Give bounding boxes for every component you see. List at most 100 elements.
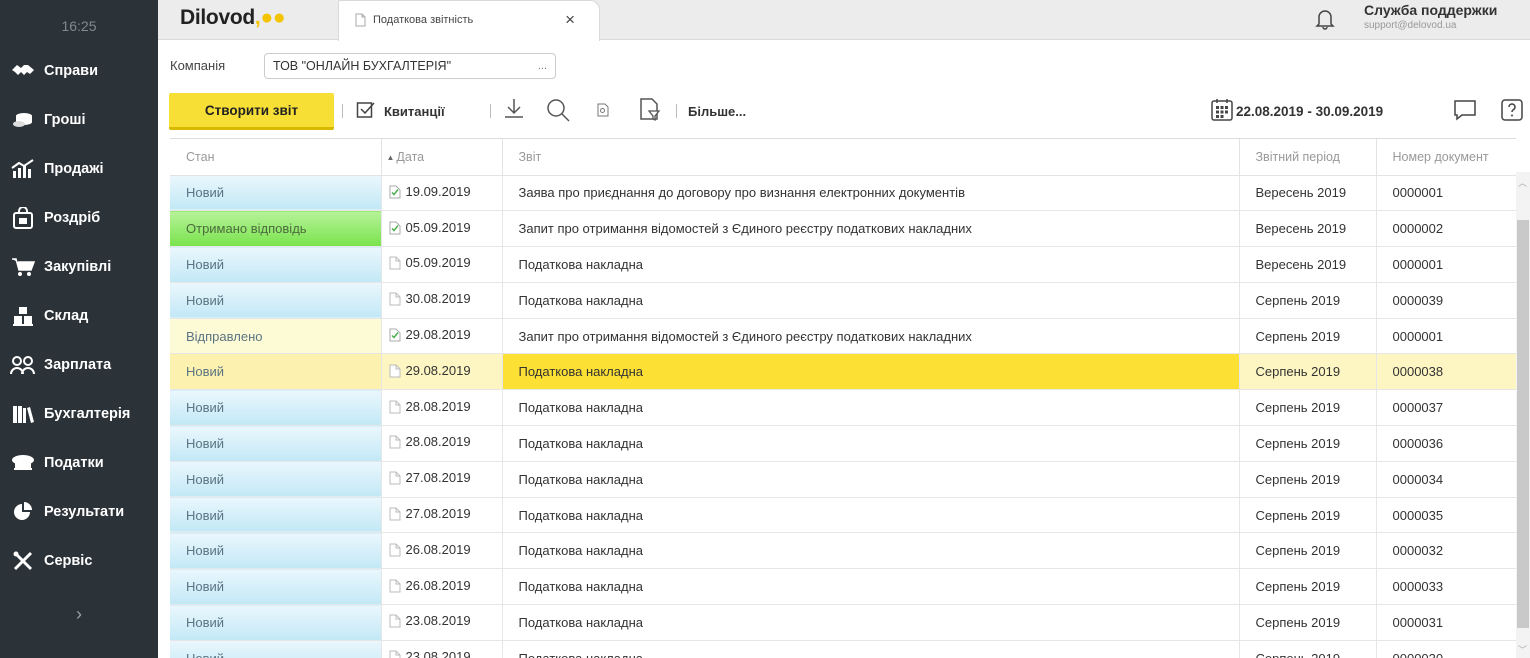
status-cell[interactable]: Відправлено: [170, 318, 382, 355]
expand-sidebar-button[interactable]: ›: [0, 604, 158, 625]
number-cell[interactable]: 0000033: [1376, 568, 1516, 606]
table-scrollbar[interactable]: ︿ ﹀: [1516, 172, 1530, 658]
sidebar-item-9[interactable]: Результати: [0, 487, 158, 536]
date-cell[interactable]: 23.08.2019: [381, 604, 503, 641]
date-cell[interactable]: 27.08.2019: [381, 461, 503, 498]
number-cell[interactable]: 0000001: [1376, 318, 1516, 355]
table-row[interactable]: Новий 29.08.2019 Податкова накладна Серпень…: [170, 353, 1516, 391]
status-cell[interactable]: Отримано відповідь: [170, 210, 382, 248]
period-cell[interactable]: Серпень 2019: [1239, 282, 1377, 319]
scroll-up-icon[interactable]: ︿: [1518, 176, 1527, 189]
date-cell[interactable]: 28.08.2019: [381, 389, 503, 427]
period-cell[interactable]: Серпень 2019: [1239, 568, 1377, 606]
report-cell[interactable]: Податкова накладна: [502, 568, 1240, 606]
number-cell[interactable]: 0000037: [1376, 389, 1516, 427]
report-cell[interactable]: Податкова накладна: [502, 532, 1240, 570]
bell-icon[interactable]: [1315, 8, 1335, 30]
number-cell[interactable]: 0000030: [1376, 640, 1516, 658]
table-row[interactable]: Новий 28.08.2019 Податкова накладна Серпень…: [170, 389, 1516, 427]
period-cell[interactable]: Серпень 2019: [1239, 353, 1377, 391]
status-cell[interactable]: Новий: [170, 532, 382, 570]
status-cell[interactable]: Новий: [170, 461, 382, 498]
table-row[interactable]: Новий 30.08.2019 Податкова накладна Серпень…: [170, 282, 1516, 319]
number-cell[interactable]: 0000001: [1376, 246, 1516, 283]
number-cell[interactable]: 0000034: [1376, 461, 1516, 498]
sidebar-item-1[interactable]: Гроші: [0, 95, 158, 144]
date-cell[interactable]: 27.08.2019: [381, 497, 503, 534]
status-cell[interactable]: Новий: [170, 246, 382, 283]
date-cell[interactable]: 26.08.2019: [381, 532, 503, 570]
table-row[interactable]: Новий 23.08.2019 Податкова накладнаСерпень…: [170, 604, 1516, 641]
table-row[interactable]: Новий 05.09.2019 Податкова накладна Вересен…: [170, 246, 1516, 283]
date-cell[interactable]: 29.08.2019: [381, 353, 503, 391]
company-field[interactable]: ТОВ "ОНЛАЙН БУХГАЛТЕРІЯ" ...: [264, 53, 556, 79]
number-cell[interactable]: 0000032: [1376, 532, 1516, 570]
table-row[interactable]: Новий 26.08.2019 Податкова накладна Серпень…: [170, 568, 1516, 606]
status-cell[interactable]: Новий: [170, 389, 382, 427]
date-cell[interactable]: 23.08.2019: [381, 640, 503, 658]
sidebar-item-3[interactable]: Роздріб: [0, 193, 158, 242]
column-header-number[interactable]: Номер документ: [1376, 139, 1516, 176]
period-cell[interactable]: Серпень 2019: [1239, 461, 1377, 498]
status-cell[interactable]: Новий: [170, 353, 382, 391]
calendar-icon[interactable]: [1210, 98, 1234, 122]
period-cell[interactable]: Серпень 2019: [1239, 389, 1377, 427]
report-cell[interactable]: Податкова накладна: [502, 389, 1240, 427]
report-cell[interactable]: Податкова накладна: [502, 282, 1240, 319]
help-icon[interactable]: [1500, 98, 1524, 122]
report-cell[interactable]: Податкова накладна: [502, 246, 1240, 283]
date-cell[interactable]: 28.08.2019: [381, 425, 503, 462]
period-cell[interactable]: Серпень 2019: [1239, 497, 1377, 534]
period-cell[interactable]: Вересень 2019: [1239, 246, 1377, 283]
report-cell[interactable]: Податкова накладна: [502, 497, 1240, 534]
number-cell[interactable]: 0000001: [1376, 175, 1516, 212]
download-icon[interactable]: [502, 97, 526, 121]
date-cell[interactable]: 30.08.2019: [381, 282, 503, 319]
tab-tax-reports[interactable]: Податкова звітність ×: [338, 0, 600, 41]
sidebar-item-8[interactable]: Податки: [0, 438, 158, 487]
sidebar-item-2[interactable]: Продажі: [0, 144, 158, 193]
status-cell[interactable]: Новий: [170, 425, 382, 462]
sidebar-item-7[interactable]: Бухгалтерія: [0, 389, 158, 438]
scroll-down-icon[interactable]: ﹀: [1518, 643, 1527, 656]
report-cell[interactable]: Заява про приєднання до договору про виз…: [502, 175, 1240, 212]
support-info[interactable]: Служба поддержки support@delovod.ua: [1364, 2, 1497, 31]
close-tab-icon[interactable]: ×: [565, 10, 575, 30]
table-row[interactable]: Відправлено 29.08.2019 Запит про отримання…: [170, 318, 1516, 355]
report-cell[interactable]: Податкова накладна: [502, 461, 1240, 498]
report-cell[interactable]: Податкова накладна: [502, 640, 1240, 658]
status-cell[interactable]: Новий: [170, 604, 382, 641]
document-filter-icon[interactable]: [639, 98, 661, 122]
period-cell[interactable]: Серпень 2019: [1239, 318, 1377, 355]
company-picker-ellipsis[interactable]: ...: [538, 54, 547, 78]
status-cell[interactable]: Новий: [170, 568, 382, 606]
sidebar-item-6[interactable]: Зарплата: [0, 340, 158, 389]
period-cell[interactable]: Серпень 2019: [1239, 604, 1377, 641]
report-cell[interactable]: Запит про отримання відомостей з Єдиного…: [502, 210, 1240, 248]
number-cell[interactable]: 0000038: [1376, 353, 1516, 391]
status-cell[interactable]: Новий: [170, 282, 382, 319]
table-row[interactable]: Новий 23.08.2019 Податкова накладнаСерпень…: [170, 640, 1516, 658]
date-cell[interactable]: 05.09.2019: [381, 210, 503, 248]
period-cell[interactable]: Вересень 2019: [1239, 210, 1377, 248]
table-row[interactable]: Новий 27.08.2019 Податкова накладна Серпень…: [170, 461, 1516, 498]
date-cell[interactable]: 19.09.2019: [381, 175, 503, 212]
sidebar-item-5[interactable]: Склад: [0, 291, 158, 340]
period-cell[interactable]: Серпень 2019: [1239, 532, 1377, 570]
create-report-button[interactable]: Створити звіт: [169, 93, 334, 130]
period-cell[interactable]: Вересень 2019: [1239, 175, 1377, 212]
scrollbar-thumb[interactable]: [1517, 220, 1529, 628]
number-cell[interactable]: 0000035: [1376, 497, 1516, 534]
period-cell[interactable]: Серпень 2019: [1239, 640, 1377, 658]
table-row[interactable]: Отримано відповідь 05.09.2019 Запит про от…: [170, 210, 1516, 248]
preview-icon[interactable]: [597, 103, 609, 117]
column-header-status[interactable]: Стан: [170, 139, 382, 176]
report-cell[interactable]: Податкова накладна: [502, 604, 1240, 641]
report-cell[interactable]: Податкова накладна: [502, 353, 1240, 391]
comment-icon[interactable]: [1453, 98, 1477, 122]
number-cell[interactable]: 0000039: [1376, 282, 1516, 319]
date-range[interactable]: 22.08.2019 - 30.09.2019: [1236, 104, 1383, 119]
table-row[interactable]: Новий 19.09.2019 Заява про приєднання до д…: [170, 175, 1516, 212]
receipts-button[interactable]: Квитанції: [384, 104, 445, 119]
column-header-period[interactable]: Звітний період: [1239, 139, 1377, 176]
